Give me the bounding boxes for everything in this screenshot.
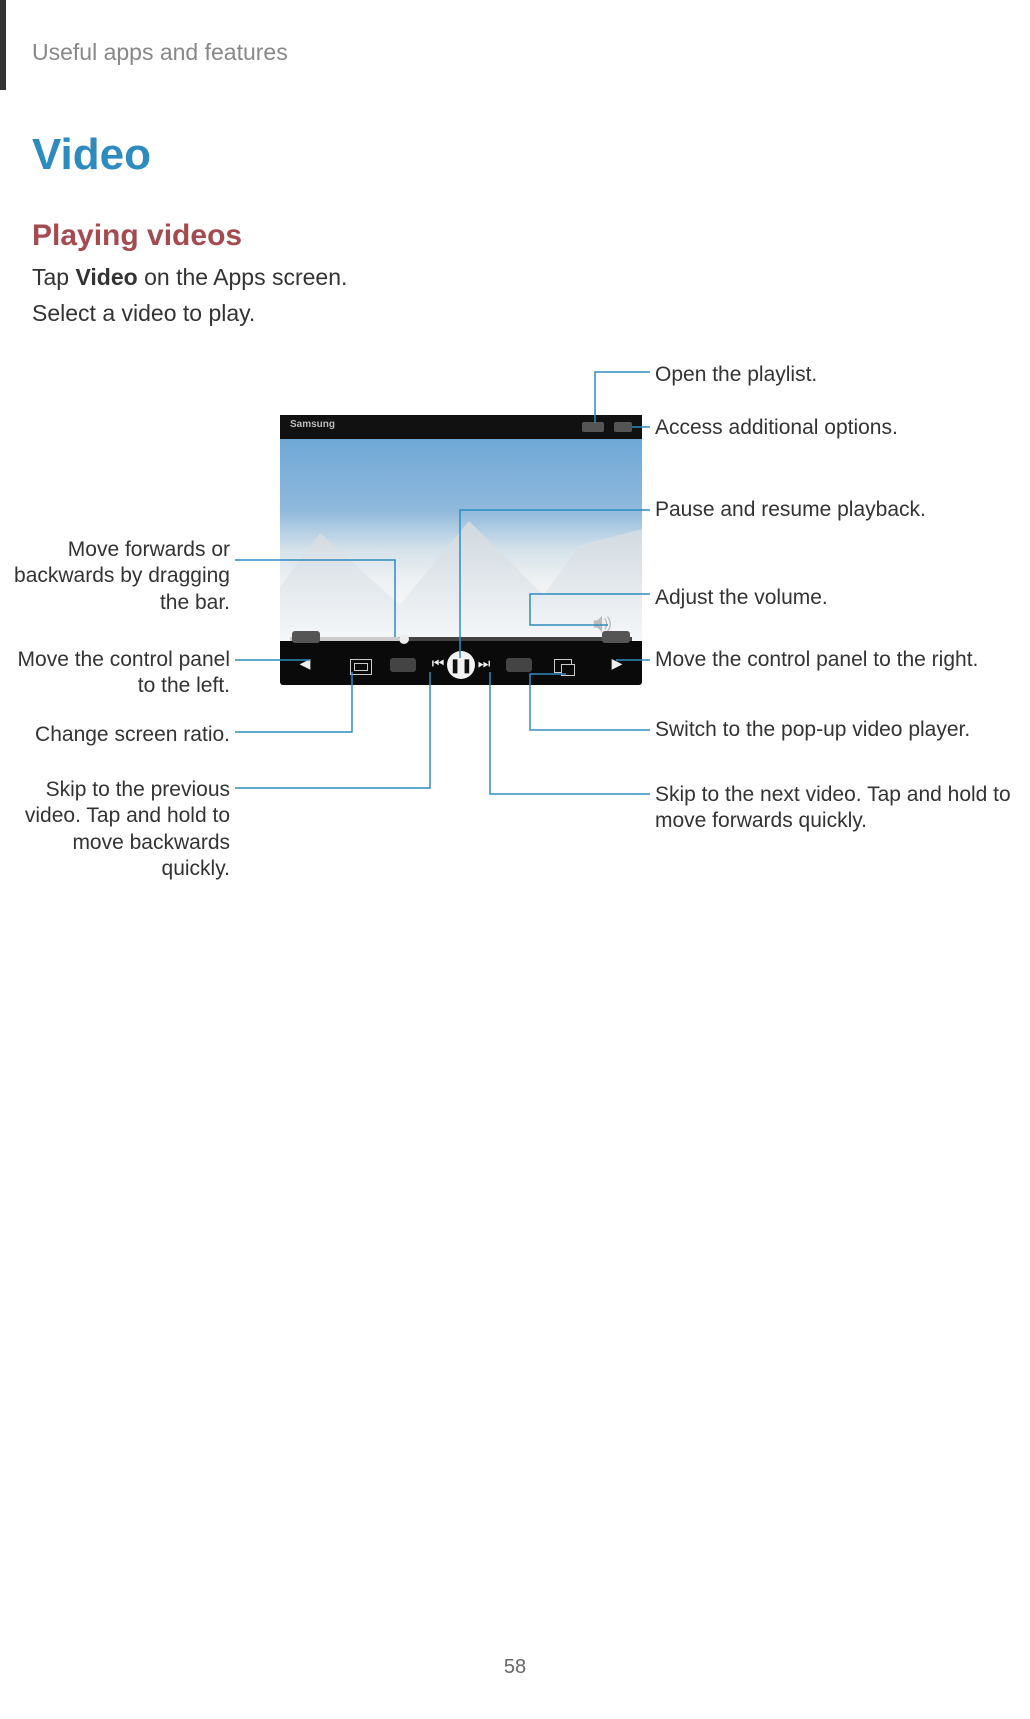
callout-playlist: Open the playlist. (655, 362, 1030, 388)
callout-move-right: Move the control panel to the right. (655, 647, 1030, 673)
callout-pause: Pause and resume playback. (655, 497, 1030, 523)
popup-player-icon[interactable] (554, 659, 572, 673)
control-placeholder (506, 658, 532, 672)
screen-ratio-icon[interactable] (350, 659, 372, 675)
move-controls-right-icon[interactable]: ▶ (602, 655, 632, 672)
more-options-icon[interactable] (614, 422, 632, 432)
move-controls-left-icon[interactable]: ◀ (290, 655, 320, 672)
video-viewport (280, 439, 642, 641)
body-text: Select a video to play. (32, 300, 255, 327)
callout-seek: Move forwards or backwards by dragging t… (0, 537, 230, 616)
seek-thumb[interactable] (399, 634, 409, 644)
video-player-panel: Samsung ◀ ⏮ ❚❚ ⏭ (280, 415, 642, 685)
seek-bar[interactable] (290, 637, 632, 641)
play-pause-icon[interactable]: ❚❚ (447, 651, 475, 679)
open-playlist-icon[interactable] (582, 422, 604, 432)
body-text: Tap Video on the Apps screen. (32, 264, 347, 291)
video-title: Samsung (290, 419, 335, 430)
page-edge-mark (0, 0, 6, 90)
callout-next: Skip to the next video. Tap and hold to … (655, 782, 1030, 835)
callout-popup: Switch to the pop-up video player. (655, 717, 1030, 743)
illustration: Samsung ◀ ⏮ ❚❚ ⏭ (0, 360, 1030, 880)
player-topbar: Samsung (280, 415, 642, 439)
page-title: Video (32, 130, 151, 180)
decorative-mountain (510, 521, 642, 641)
control-bar: ◀ ⏮ ❚❚ ⏭ ▶ (290, 655, 632, 679)
callout-more: Access additional options. (655, 415, 1030, 441)
callout-prev: Skip to the previous video. Tap and hold… (0, 777, 230, 882)
callout-volume: Adjust the volume. (655, 585, 1030, 611)
subheading: Playing videos (32, 219, 242, 253)
skip-previous-icon[interactable]: ⏮ (428, 655, 448, 672)
body-text-span: on the Apps screen. (138, 264, 348, 290)
page-number: 58 (0, 1656, 1030, 1679)
remaining-time (602, 631, 630, 643)
body-text-span: Tap (32, 264, 75, 290)
control-placeholder (390, 658, 416, 672)
callout-move-left: Move the control panel to the left. (0, 647, 230, 700)
elapsed-time (292, 631, 320, 643)
skip-next-icon[interactable]: ⏭ (474, 655, 494, 672)
section-header: Useful apps and features (32, 39, 288, 66)
callout-ratio: Change screen ratio. (0, 722, 230, 748)
body-text-bold: Video (75, 264, 137, 290)
